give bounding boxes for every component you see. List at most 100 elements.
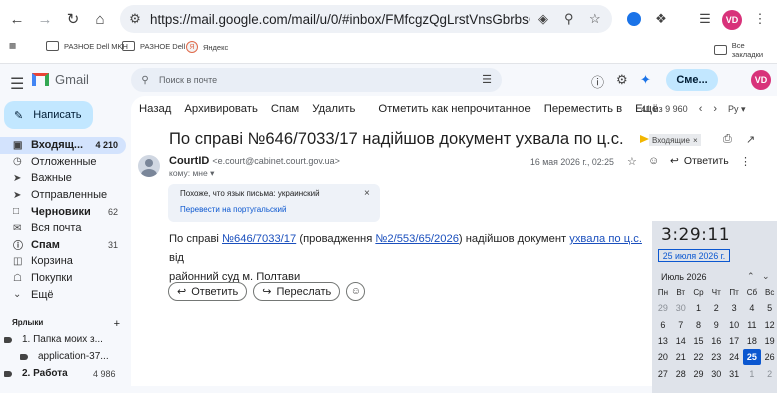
calendar-day[interactable]: 10 [725,317,743,333]
remove-label-icon[interactable]: × [693,136,698,145]
calendar-day[interactable]: 3 [725,300,743,316]
calendar-day[interactable]: 20 [654,349,672,365]
calendar-day[interactable]: 14 [672,333,690,349]
calendar-next-icon[interactable]: ⌄ [762,271,770,282]
browser-profile-avatar[interactable]: VD [722,10,742,30]
spam-button[interactable]: Спам [271,103,299,115]
sidebar-item-important[interactable]: ➤ Важные [0,170,126,187]
calendar-day[interactable]: 19 [761,333,777,349]
more-options-icon[interactable]: ⋮ [740,155,751,168]
calendar-day[interactable]: 12 [761,317,777,333]
sidebar-item-all-mail[interactable]: ✉ Вся почта [0,220,126,237]
label-item-work[interactable]: 2. Работа 4 986 [4,368,116,379]
calendar-day[interactable]: 15 [690,333,708,349]
reload-icon[interactable]: ↻ [62,8,84,30]
calendar-day[interactable]: 24 [725,349,743,365]
calendar-day[interactable]: 11 [743,317,761,333]
browser-menu-icon[interactable]: ⋮ [750,9,770,29]
input-language-select[interactable]: Ру ▾ [728,104,746,115]
calendar-day[interactable]: 28 [672,365,690,381]
archive-button[interactable]: Архивировать [184,103,258,115]
calendar-day[interactable]: 21 [672,349,690,365]
bookmark-folder-1[interactable]: РАЗНОЕ Dell MKH [46,41,128,51]
calendar-day[interactable]: 30 [707,365,725,381]
emoji-reaction-icon[interactable]: ☺ [648,155,659,167]
calendar-day[interactable]: 7 [672,317,690,333]
calendar-day[interactable]: 2 [761,365,777,381]
search-options-icon[interactable]: ☰ [482,73,492,86]
back-arrow-icon[interactable]: ← [6,8,28,30]
calendar-day[interactable]: 6 [654,317,672,333]
search-input[interactable]: Поиск в почте [159,75,217,85]
close-icon[interactable]: × [364,188,370,199]
prev-page-icon[interactable]: ‹ [699,103,703,115]
importance-marker-icon[interactable] [640,135,649,143]
calendar-day[interactable]: 2 [707,300,725,316]
site-settings-icon[interactable]: ⚙ [120,11,150,27]
star-icon[interactable]: ☆ [627,155,637,168]
extensions-puzzle-icon[interactable]: ❖ [651,9,671,29]
search-bar[interactable]: ⚲ Поиск в почте ☰ [131,68,502,92]
gmail-logo[interactable]: Gmail [32,72,89,87]
sidebar-item-inbox[interactable]: ▣ Входящ... 4 210 [0,137,126,154]
bookmark-star-icon[interactable]: ☆ [589,5,601,33]
calendar-day[interactable]: 30 [672,300,690,316]
sender-name[interactable]: CourtID [169,155,209,167]
switch-account-button[interactable]: Сме... [666,69,718,91]
shazam-extension-icon[interactable] [624,9,644,29]
open-new-window-icon[interactable]: ↗ [746,133,755,146]
label-item-application[interactable]: application-37... [20,351,109,362]
search-icon[interactable]: ⚲ [131,75,159,86]
print-icon[interactable]: ⎙ [723,133,732,146]
calendar-day[interactable]: 5 [761,300,777,316]
settings-gear-icon[interactable]: ⚙ [616,72,628,88]
calendar-prev-icon[interactable]: ⌃ [747,271,755,282]
account-avatar[interactable]: VD [751,70,771,90]
sidebar-item-spam[interactable]: ⓘ Спам 31 [0,237,126,254]
apps-grid-icon[interactable]: ▦ [9,41,16,50]
calendar-day[interactable]: 1 [690,300,708,316]
help-icon[interactable]: ⓘ [591,72,604,91]
document-link[interactable]: ухвала по ц.с. [569,233,642,245]
calendar-day[interactable]: 18 [743,333,761,349]
calendar-day[interactable]: 26 [761,349,777,365]
gemini-sparkle-icon[interactable]: ✦ [640,72,651,88]
media-controls-icon[interactable]: ☰ [695,9,715,29]
bookmark-folder-2[interactable]: РАЗНОЕ Dell [122,41,185,51]
calendar-day[interactable]: 1 [743,365,761,381]
home-icon[interactable]: ⌂ [89,8,111,30]
all-bookmarks[interactable]: Все закладки [714,41,777,59]
sidebar-item-more[interactable]: ⌄ Ещё [0,286,126,303]
install-app-icon[interactable]: ◈ [538,5,548,33]
compose-button[interactable]: ✎ Написать [4,101,93,129]
sidebar-item-drafts[interactable]: □ Черновики 62 [0,203,126,220]
back-button[interactable]: Назад [139,103,171,115]
emoji-button[interactable]: ☺ [346,282,366,301]
label-item-folder[interactable]: 1. Папка моих з... [4,334,103,345]
bookmark-yandex[interactable]: Я Яндекс [186,41,228,53]
zoom-icon[interactable]: ⚲ [564,5,574,33]
reply-button[interactable]: ↩ Ответить [168,282,248,301]
forward-button[interactable]: ↪ Переслать [253,282,341,301]
calendar-day[interactable]: 25 [742,349,761,366]
next-page-icon[interactable]: › [713,103,717,115]
sidebar-item-purchases[interactable]: ☖ Покупки [0,270,126,287]
calendar-day[interactable]: 29 [654,300,672,316]
calendar-day[interactable]: 31 [725,365,743,381]
calendar-day[interactable]: 8 [690,317,708,333]
sidebar-item-sent[interactable]: ➤ Отправленные [0,187,126,204]
delete-button[interactable]: Удалить [312,103,355,115]
add-label-icon[interactable]: + [114,318,120,330]
calendar-month-label[interactable]: Июль 2026 [661,272,706,282]
clock-date-link[interactable]: 25 июля 2026 г. [658,249,730,262]
forward-arrow-icon[interactable]: → [34,8,56,30]
translate-link[interactable]: Перевести на португальский [180,205,286,214]
calendar-day[interactable]: 29 [690,365,708,381]
case-number-link[interactable]: №646/7033/17 [222,233,296,245]
calendar-day[interactable]: 4 [743,300,761,316]
calendar-day[interactable]: 13 [654,333,672,349]
sidebar-item-snoozed[interactable]: ◷ Отложенные [0,154,126,171]
reply-top-button[interactable]: ↩ Ответить [670,155,729,167]
recipient-line[interactable]: кому: мне ▾ [169,168,214,179]
calendar-day[interactable]: 16 [707,333,725,349]
